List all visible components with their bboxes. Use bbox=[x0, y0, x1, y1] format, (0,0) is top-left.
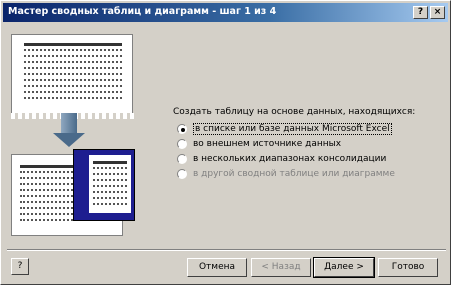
radio-button[interactable] bbox=[177, 124, 187, 134]
dialog-title: Мастер сводных таблиц и диаграмм - шаг 1… bbox=[8, 6, 277, 17]
option-external-source[interactable]: во внешнем источнике данных bbox=[177, 139, 341, 149]
pivot-wizard-dialog: Мастер сводных таблиц и диаграмм - шаг 1… bbox=[0, 0, 451, 285]
help-button[interactable]: ? bbox=[11, 258, 29, 275]
help-icon[interactable]: ? bbox=[413, 6, 428, 19]
back-button: < Назад bbox=[251, 258, 311, 277]
radio-button[interactable] bbox=[177, 139, 187, 149]
radio-button bbox=[177, 169, 187, 179]
radio-button[interactable] bbox=[177, 154, 187, 164]
cancel-button[interactable]: Отмена bbox=[187, 258, 247, 277]
option-other-pivot: в другой сводной таблице или диаграмме bbox=[177, 169, 395, 179]
down-arrow-icon bbox=[61, 113, 77, 135]
source-sheet-image bbox=[11, 34, 135, 119]
footer-divider bbox=[7, 249, 446, 251]
option-excel-list[interactable]: в списке или базе данных Microsoft Excel bbox=[177, 123, 392, 135]
option-label: в нескольких диапазонах консолидации bbox=[193, 154, 387, 164]
finish-button[interactable]: Готово bbox=[378, 258, 438, 277]
option-label: во внешнем источнике данных bbox=[193, 139, 342, 149]
option-label: в другой сводной таблице или диаграмме bbox=[193, 169, 395, 179]
option-consolidation-ranges[interactable]: в нескольких диапазонах консолидации bbox=[177, 154, 386, 164]
source-prompt: Создать таблицу на основе данных, находя… bbox=[173, 107, 416, 117]
option-label: в списке или базе данных Microsoft Excel bbox=[193, 123, 392, 135]
title-bar[interactable]: Мастер сводных таблиц и диаграмм - шаг 1… bbox=[3, 3, 448, 22]
next-button[interactable]: Далее > bbox=[313, 257, 375, 278]
close-icon[interactable]: × bbox=[430, 6, 445, 19]
